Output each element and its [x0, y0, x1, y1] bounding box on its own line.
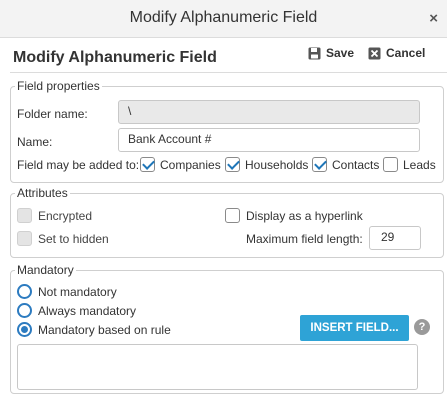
max-length-label: Maximum field length:	[246, 232, 363, 246]
close-box-icon	[368, 47, 381, 59]
folder-name-label: Folder name:	[17, 107, 88, 121]
encrypted-checkbox[interactable]	[17, 208, 32, 223]
question-circle-icon[interactable]: ?	[414, 319, 430, 335]
folder-name-field: \	[118, 100, 420, 124]
insert-field-button[interactable]: INSERT FIELD...	[300, 315, 409, 341]
encrypted-label: Encrypted	[38, 209, 93, 223]
households-checkbox[interactable]	[225, 157, 240, 172]
dialog-titlebar: Modify Alphanumeric Field ×	[0, 0, 447, 38]
contacts-label: Contacts	[332, 158, 380, 172]
cancel-button[interactable]: Cancel	[368, 44, 425, 62]
contacts-checkbox[interactable]	[312, 157, 327, 172]
floppy-disk-icon	[308, 47, 321, 59]
companies-checkbox[interactable]	[140, 157, 155, 172]
hidden-label: Set to hidden	[38, 232, 109, 246]
attributes-legend: Attributes	[15, 186, 70, 200]
hyperlink-checkbox[interactable]	[225, 208, 240, 223]
added-to-label: Field may be added to:	[17, 158, 140, 172]
header-divider	[10, 72, 447, 73]
rule-mandatory-radio[interactable]	[17, 322, 32, 337]
max-length-field[interactable]: 29	[369, 226, 421, 250]
not-mandatory-radio[interactable]	[17, 284, 32, 299]
households-label: Households	[245, 158, 309, 172]
window-title: Modify Alphanumeric Field	[129, 9, 318, 26]
page-title: Modify Alphanumeric Field	[13, 49, 217, 66]
rule-textarea[interactable]	[17, 344, 418, 390]
not-mandatory-label: Not mandatory	[38, 285, 117, 299]
companies-label: Companies	[160, 158, 221, 172]
save-label: Save	[326, 46, 355, 60]
hidden-checkbox[interactable]	[17, 231, 32, 246]
name-label: Name:	[17, 135, 53, 149]
mandatory-legend: Mandatory	[15, 263, 76, 277]
always-mandatory-radio[interactable]	[17, 303, 32, 318]
rule-mandatory-label: Mandatory based on rule	[38, 323, 171, 337]
leads-label: Leads	[403, 158, 436, 172]
always-mandatory-label: Always mandatory	[38, 304, 137, 318]
cancel-label: Cancel	[386, 46, 426, 60]
field-properties-legend: Field properties	[15, 79, 102, 93]
hyperlink-label: Display as a hyperlink	[246, 209, 363, 223]
leads-checkbox[interactable]	[383, 157, 398, 172]
name-field[interactable]: Bank Account #	[118, 128, 420, 152]
save-button[interactable]: Save	[308, 44, 354, 62]
close-icon[interactable]: ×	[429, 10, 438, 27]
